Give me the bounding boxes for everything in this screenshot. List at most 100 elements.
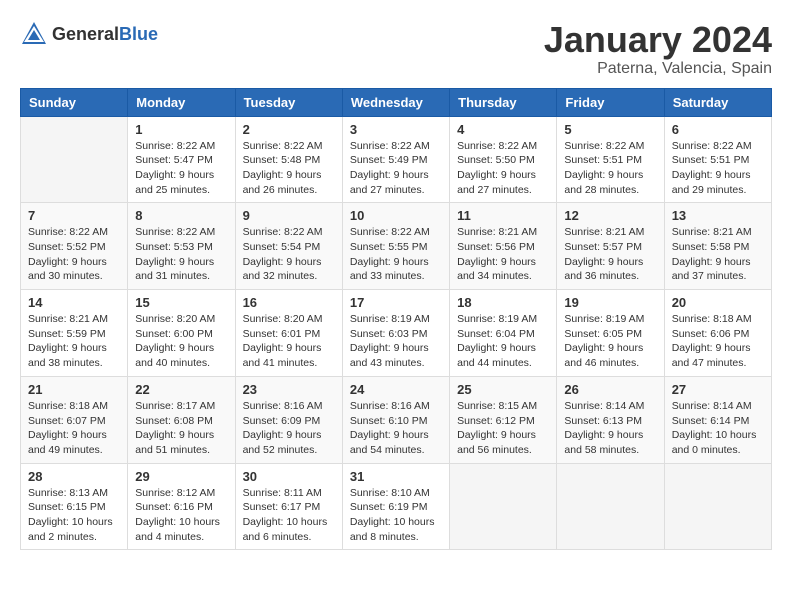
logo-icon xyxy=(20,20,48,48)
day-info: Sunrise: 8:12 AMSunset: 6:16 PMDaylight:… xyxy=(135,486,227,545)
calendar-cell: 7 Sunrise: 8:22 AMSunset: 5:52 PMDaylight… xyxy=(21,203,128,290)
day-info: Sunrise: 8:20 AMSunset: 6:00 PMDaylight:… xyxy=(135,312,227,371)
calendar-cell: 30 Sunrise: 8:11 AMSunset: 6:17 PMDayligh… xyxy=(235,463,342,550)
calendar-cell: 22 Sunrise: 8:17 AMSunset: 6:08 PMDayligh… xyxy=(128,376,235,463)
day-number: 4 xyxy=(457,122,549,137)
calendar-cell: 1Sunrise: 8:22 AMSunset: 5:47 PMDaylight… xyxy=(128,116,235,203)
day-info: Sunrise: 8:21 AMSunset: 5:59 PMDaylight:… xyxy=(28,312,120,371)
calendar-cell xyxy=(557,463,664,550)
calendar-cell: 21 Sunrise: 8:18 AMSunset: 6:07 PMDayligh… xyxy=(21,376,128,463)
calendar-cell: 24 Sunrise: 8:16 AMSunset: 6:10 PMDayligh… xyxy=(342,376,449,463)
day-info: Sunrise: 8:11 AMSunset: 6:17 PMDaylight:… xyxy=(243,486,335,545)
day-info: Sunrise: 8:21 AMSunset: 5:58 PMDaylight:… xyxy=(672,225,764,284)
day-info: Sunrise: 8:20 AMSunset: 6:01 PMDaylight:… xyxy=(243,312,335,371)
calendar-cell: 23 Sunrise: 8:16 AMSunset: 6:09 PMDayligh… xyxy=(235,376,342,463)
day-info: Sunrise: 8:14 AMSunset: 6:13 PMDaylight:… xyxy=(564,399,656,458)
logo: GeneralBlue xyxy=(20,20,158,48)
calendar-cell: 9 Sunrise: 8:22 AMSunset: 5:54 PMDaylight… xyxy=(235,203,342,290)
day-number: 28 xyxy=(28,469,120,484)
month-title: January 2024 xyxy=(544,20,772,60)
calendar-cell: 8Sunrise: 8:22 AMSunset: 5:53 PMDaylight… xyxy=(128,203,235,290)
day-number: 8 xyxy=(135,208,227,223)
day-number: 30 xyxy=(243,469,335,484)
calendar-cell: 12 Sunrise: 8:21 AMSunset: 5:57 PMDayligh… xyxy=(557,203,664,290)
day-info: Sunrise: 8:22 AMSunset: 5:50 PMDaylight:… xyxy=(457,139,549,198)
day-info: Sunrise: 8:16 AMSunset: 6:10 PMDaylight:… xyxy=(350,399,442,458)
weekday-header-monday: Monday xyxy=(128,88,235,116)
day-info: Sunrise: 8:21 AMSunset: 5:56 PMDaylight:… xyxy=(457,225,549,284)
weekday-header-sunday: Sunday xyxy=(21,88,128,116)
location-subtitle: Paterna, Valencia, Spain xyxy=(544,60,772,78)
day-number: 18 xyxy=(457,295,549,310)
calendar-cell: 13 Sunrise: 8:21 AMSunset: 5:58 PMDayligh… xyxy=(664,203,771,290)
day-info: Sunrise: 8:22 AMSunset: 5:54 PMDaylight:… xyxy=(243,225,335,284)
day-info: Sunrise: 8:10 AMSunset: 6:19 PMDaylight:… xyxy=(350,486,442,545)
day-number: 25 xyxy=(457,382,549,397)
calendar-cell: 31 Sunrise: 8:10 AMSunset: 6:19 PMDayligh… xyxy=(342,463,449,550)
calendar-cell: 11Sunrise: 8:21 AMSunset: 5:56 PMDayligh… xyxy=(450,203,557,290)
calendar-cell xyxy=(664,463,771,550)
day-info: Sunrise: 8:16 AMSunset: 6:09 PMDaylight:… xyxy=(243,399,335,458)
calendar-cell: 4 Sunrise: 8:22 AMSunset: 5:50 PMDaylight… xyxy=(450,116,557,203)
day-number: 14 xyxy=(28,295,120,310)
weekday-header-friday: Friday xyxy=(557,88,664,116)
day-info: Sunrise: 8:18 AMSunset: 6:07 PMDaylight:… xyxy=(28,399,120,458)
day-info: Sunrise: 8:15 AMSunset: 6:12 PMDaylight:… xyxy=(457,399,549,458)
day-number: 27 xyxy=(672,382,764,397)
day-number: 13 xyxy=(672,208,764,223)
calendar-cell: 3Sunrise: 8:22 AMSunset: 5:49 PMDaylight… xyxy=(342,116,449,203)
calendar-cell: 15 Sunrise: 8:20 AMSunset: 6:00 PMDayligh… xyxy=(128,290,235,377)
day-number: 12 xyxy=(564,208,656,223)
day-number: 23 xyxy=(243,382,335,397)
calendar-header-row: SundayMondayTuesdayWednesdayThursdayFrid… xyxy=(21,88,772,116)
calendar-cell: 2 Sunrise: 8:22 AMSunset: 5:48 PMDaylight… xyxy=(235,116,342,203)
weekday-header-wednesday: Wednesday xyxy=(342,88,449,116)
day-info: Sunrise: 8:19 AMSunset: 6:04 PMDaylight:… xyxy=(457,312,549,371)
day-info: Sunrise: 8:19 AMSunset: 6:03 PMDaylight:… xyxy=(350,312,442,371)
title-area: January 2024 Paterna, Valencia, Spain xyxy=(544,20,772,78)
day-number: 24 xyxy=(350,382,442,397)
calendar-cell: 5Sunrise: 8:22 AMSunset: 5:51 PMDaylight… xyxy=(557,116,664,203)
day-number: 5 xyxy=(564,122,656,137)
calendar-cell: 20Sunrise: 8:18 AMSunset: 6:06 PMDayligh… xyxy=(664,290,771,377)
day-number: 17 xyxy=(350,295,442,310)
logo-general: GeneralBlue xyxy=(52,24,158,45)
calendar-cell: 26 Sunrise: 8:14 AMSunset: 6:13 PMDayligh… xyxy=(557,376,664,463)
day-info: Sunrise: 8:22 AMSunset: 5:49 PMDaylight:… xyxy=(350,139,442,198)
calendar-cell xyxy=(21,116,128,203)
day-number: 15 xyxy=(135,295,227,310)
calendar-cell: 27Sunrise: 8:14 AMSunset: 6:14 PMDayligh… xyxy=(664,376,771,463)
calendar-cell: 19Sunrise: 8:19 AMSunset: 6:05 PMDayligh… xyxy=(557,290,664,377)
day-number: 21 xyxy=(28,382,120,397)
calendar-cell: 29Sunrise: 8:12 AMSunset: 6:16 PMDayligh… xyxy=(128,463,235,550)
day-number: 2 xyxy=(243,122,335,137)
calendar-table: SundayMondayTuesdayWednesdayThursdayFrid… xyxy=(20,88,772,551)
day-info: Sunrise: 8:17 AMSunset: 6:08 PMDaylight:… xyxy=(135,399,227,458)
day-number: 31 xyxy=(350,469,442,484)
day-info: Sunrise: 8:22 AMSunset: 5:52 PMDaylight:… xyxy=(28,225,120,284)
calendar-week-row: 7 Sunrise: 8:22 AMSunset: 5:52 PMDaylight… xyxy=(21,203,772,290)
day-info: Sunrise: 8:13 AMSunset: 6:15 PMDaylight:… xyxy=(28,486,120,545)
day-info: Sunrise: 8:22 AMSunset: 5:48 PMDaylight:… xyxy=(243,139,335,198)
weekday-header-saturday: Saturday xyxy=(664,88,771,116)
day-number: 10 xyxy=(350,208,442,223)
day-info: Sunrise: 8:18 AMSunset: 6:06 PMDaylight:… xyxy=(672,312,764,371)
calendar-cell xyxy=(450,463,557,550)
header: GeneralBlue January 2024 Paterna, Valenc… xyxy=(20,20,772,78)
calendar-week-row: 21 Sunrise: 8:18 AMSunset: 6:07 PMDayligh… xyxy=(21,376,772,463)
day-number: 22 xyxy=(135,382,227,397)
day-number: 7 xyxy=(28,208,120,223)
day-number: 9 xyxy=(243,208,335,223)
calendar-cell: 25 Sunrise: 8:15 AMSunset: 6:12 PMDayligh… xyxy=(450,376,557,463)
weekday-header-tuesday: Tuesday xyxy=(235,88,342,116)
day-number: 6 xyxy=(672,122,764,137)
calendar-cell: 17 Sunrise: 8:19 AMSunset: 6:03 PMDayligh… xyxy=(342,290,449,377)
day-info: Sunrise: 8:21 AMSunset: 5:57 PMDaylight:… xyxy=(564,225,656,284)
day-number: 26 xyxy=(564,382,656,397)
calendar-cell: 28 Sunrise: 8:13 AMSunset: 6:15 PMDayligh… xyxy=(21,463,128,550)
day-info: Sunrise: 8:22 AMSunset: 5:55 PMDaylight:… xyxy=(350,225,442,284)
calendar-cell: 18 Sunrise: 8:19 AMSunset: 6:04 PMDayligh… xyxy=(450,290,557,377)
calendar-cell: 6Sunrise: 8:22 AMSunset: 5:51 PMDaylight… xyxy=(664,116,771,203)
calendar-cell: 14 Sunrise: 8:21 AMSunset: 5:59 PMDayligh… xyxy=(21,290,128,377)
calendar-week-row: 28 Sunrise: 8:13 AMSunset: 6:15 PMDayligh… xyxy=(21,463,772,550)
